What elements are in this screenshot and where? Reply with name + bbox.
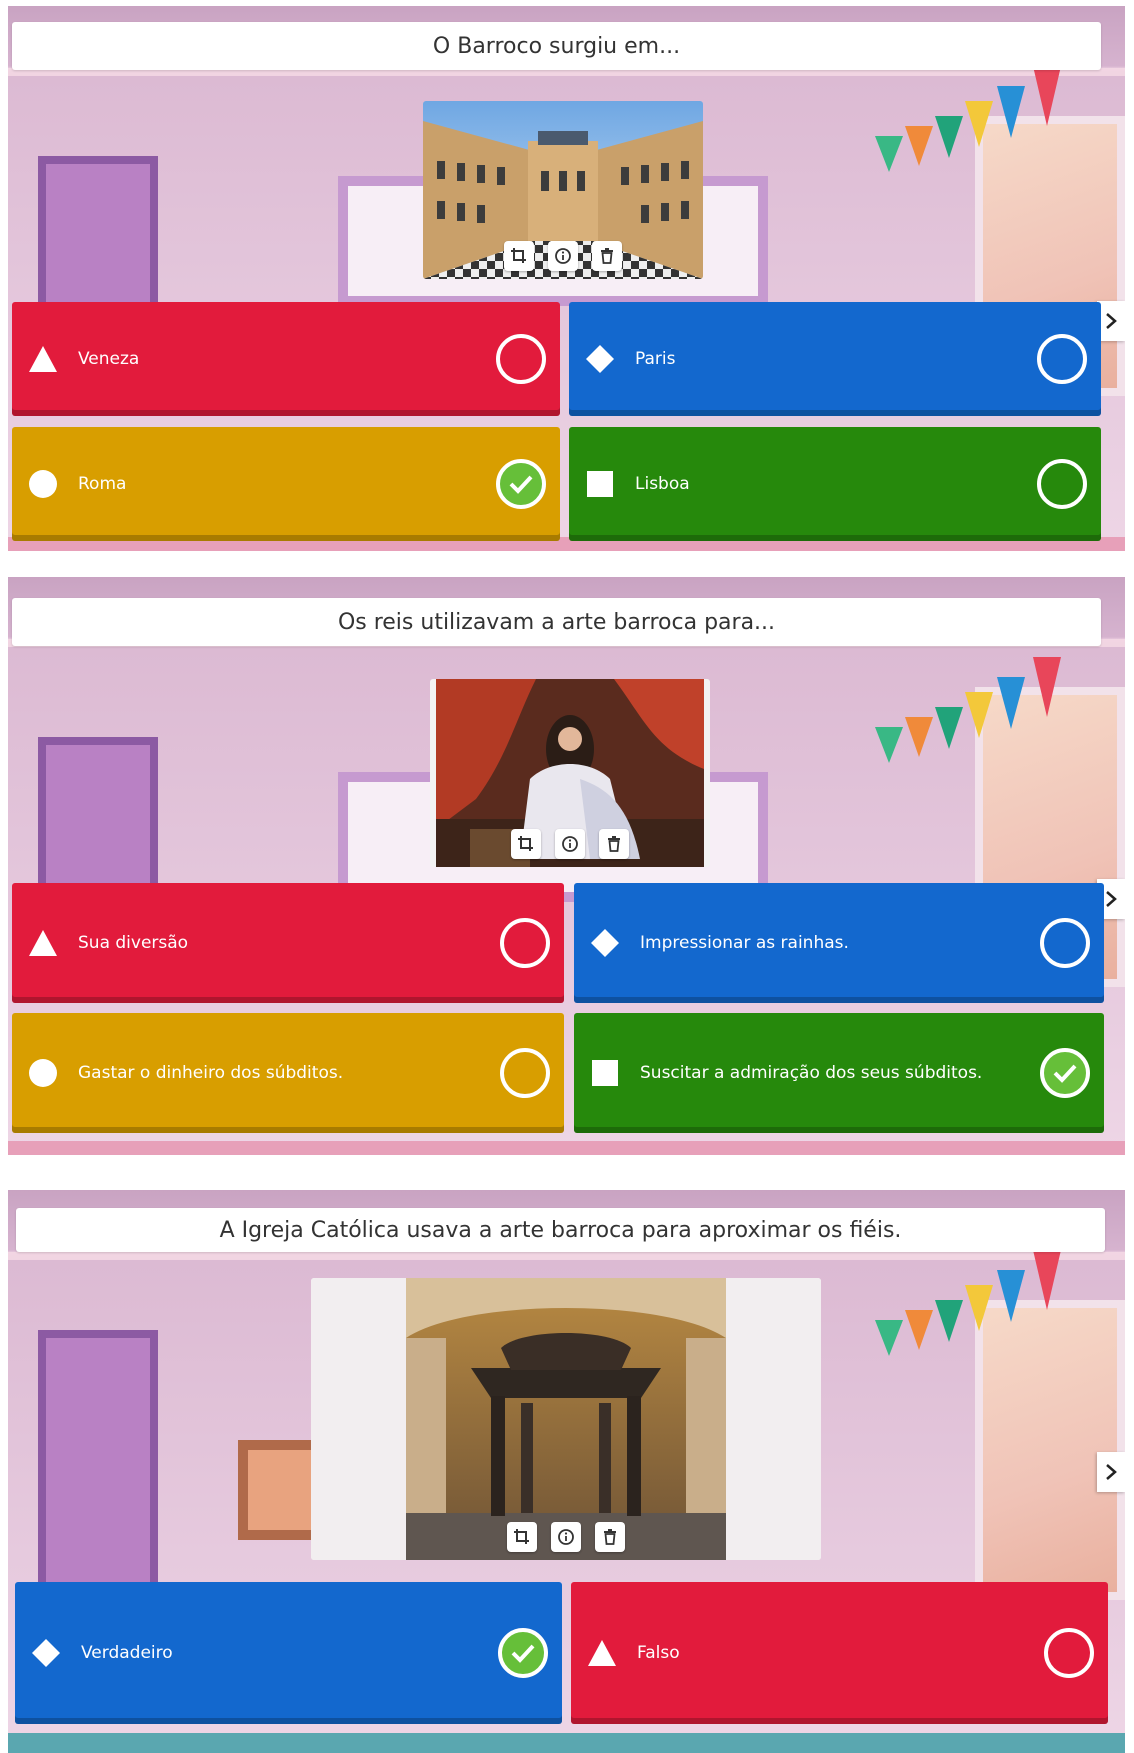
empty-circle-icon[interactable] (1040, 918, 1090, 968)
chevron-right-icon (1106, 313, 1117, 329)
question-panel-2: Os reis utilizavam a arte barroca para..… (8, 577, 1125, 1155)
answer-label: Suscitar a admiração dos seus súbditos. (640, 1063, 983, 1083)
chevron-right-icon (1106, 891, 1117, 907)
answer-label: Lisboa (635, 474, 690, 494)
question-image (430, 679, 710, 867)
diamond-icon (590, 928, 620, 958)
info-icon[interactable] (548, 241, 578, 271)
answer-option-2[interactable]: Falso (571, 1582, 1108, 1724)
crop-icon[interactable] (507, 1522, 537, 1552)
empty-circle-icon[interactable] (1044, 1628, 1094, 1678)
next-slide-button[interactable] (1097, 1452, 1125, 1492)
question-title: A Igreja Católica usava a arte barroca p… (16, 1208, 1105, 1252)
empty-circle-icon[interactable] (496, 334, 546, 384)
circle-icon (28, 1058, 58, 1088)
answer-option-3[interactable]: Gastar o dinheiro dos súbditos. (12, 1013, 564, 1133)
square-icon (585, 469, 615, 499)
triangle-icon (28, 344, 58, 374)
delete-icon[interactable] (599, 829, 629, 859)
diamond-icon (585, 344, 615, 374)
crop-icon[interactable] (511, 829, 541, 859)
empty-circle-icon[interactable] (1037, 334, 1087, 384)
check-circle-icon[interactable] (496, 459, 546, 509)
info-icon[interactable] (551, 1522, 581, 1552)
question-title: Os reis utilizavam a arte barroca para..… (12, 598, 1101, 646)
empty-circle-icon[interactable] (1037, 459, 1087, 509)
question-panel-1: O Barroco surgiu em... Veneza Paris Roma… (8, 6, 1125, 551)
crop-icon[interactable] (504, 241, 534, 271)
answer-option-1[interactable]: Verdadeiro (15, 1582, 562, 1724)
question-title: O Barroco surgiu em... (12, 22, 1101, 70)
triangle-icon (28, 928, 58, 958)
question-panel-3: A Igreja Católica usava a arte barroca p… (8, 1190, 1125, 1753)
answer-option-1[interactable]: Veneza (12, 302, 560, 416)
triangle-icon (587, 1638, 617, 1668)
image-toolbar (507, 1522, 625, 1552)
empty-circle-icon[interactable] (500, 1048, 550, 1098)
next-slide-button[interactable] (1097, 301, 1125, 341)
check-circle-icon[interactable] (498, 1628, 548, 1678)
image-toolbar (504, 241, 622, 271)
question-image (311, 1278, 821, 1560)
baroque-baldachin-photo (311, 1278, 821, 1560)
delete-icon[interactable] (595, 1522, 625, 1552)
answer-label: Sua diversão (78, 933, 189, 953)
answer-label: Falso (637, 1643, 680, 1663)
answer-option-1[interactable]: Sua diversão (12, 883, 564, 1003)
answer-option-3[interactable]: Roma (12, 427, 560, 541)
answer-label: Paris (635, 349, 676, 369)
image-toolbar (511, 829, 629, 859)
empty-circle-icon[interactable] (500, 918, 550, 968)
answer-option-2[interactable]: Paris (569, 302, 1101, 416)
delete-icon[interactable] (592, 241, 622, 271)
check-circle-icon[interactable] (1040, 1048, 1090, 1098)
square-icon (590, 1058, 620, 1088)
info-icon[interactable] (555, 829, 585, 859)
answer-option-4[interactable]: Suscitar a admiração dos seus súbditos. (574, 1013, 1104, 1133)
answer-label: Gastar o dinheiro dos súbditos. (78, 1063, 344, 1083)
diamond-icon (31, 1638, 61, 1668)
answer-option-4[interactable]: Lisboa (569, 427, 1101, 541)
answer-label: Impressionar as rainhas. (640, 933, 849, 953)
circle-icon (28, 469, 58, 499)
answer-label: Roma (78, 474, 127, 494)
chevron-right-icon (1106, 1464, 1117, 1480)
question-image (423, 101, 703, 279)
answer-label: Verdadeiro (81, 1643, 173, 1663)
answer-label: Veneza (78, 349, 140, 369)
answer-option-2[interactable]: Impressionar as rainhas. (574, 883, 1104, 1003)
